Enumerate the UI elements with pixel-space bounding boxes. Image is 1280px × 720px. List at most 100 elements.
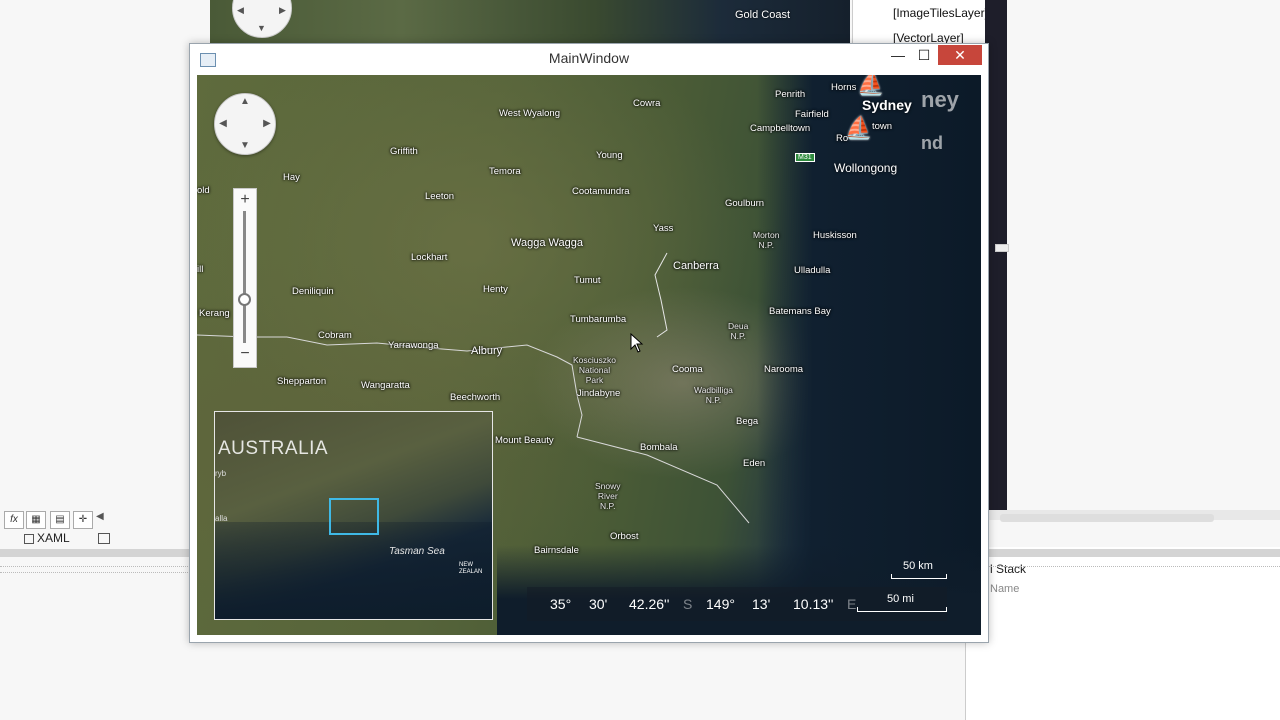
minimize-button[interactable]: — [886,45,910,65]
np-name: Deua [728,321,749,331]
highway-marker: M31 [795,153,815,162]
pan-right-icon[interactable]: ▶ [261,118,273,130]
divider-line [0,572,190,574]
call-stack-title: l Stack [990,562,1027,576]
coordinate-readout: 35° 30' 42.26'' S 149° 13' 10.13'' E [527,587,947,621]
zoom-out-button[interactable]: − [234,345,256,363]
city-label: Goulburn [725,198,765,209]
city-label: Henty [483,284,508,295]
city-label: Ulladulla [794,265,831,276]
city-label: Jindabyne [577,388,621,399]
window-title: MainWindow [548,50,630,66]
zoom-slider-track[interactable] [243,211,246,343]
longitude-seconds: 10.13'' [793,596,834,612]
nav-down-arrow-icon: ▼ [257,23,266,33]
latitude-direction: S [683,596,693,612]
scale-mi-bar [857,607,947,612]
city-label: Deniliquin [292,286,334,297]
overview-map[interactable]: AUSTRALIA ryb alla Tasman Sea NEW ZEALAN [214,411,493,620]
city-label: Fairfield [795,109,829,120]
longitude-degrees: 149° [706,596,735,612]
horizontal-scrollbar[interactable] [1000,514,1214,522]
map-faded-label: ney [921,87,959,112]
divider-line [988,566,1280,568]
zoom-slider-thumb[interactable] [238,293,251,306]
city-label: Cootamundra [572,186,630,197]
overview-viewport-rect[interactable] [329,498,379,535]
panel-divider[interactable] [0,549,190,557]
overview-country-label: AUSTRALIA [218,438,329,459]
city-label: Wangaratta [361,380,410,391]
city-label: Tumut [574,275,601,286]
overview-nz-label: NEW ZEALAN [459,562,483,575]
map-view[interactable]: ney nd Cowra Penrith Horns Fairfield Wes… [197,75,981,635]
maximize-button[interactable]: ☐ [912,45,936,65]
city-label: West Wyalong [499,108,560,119]
city-label: Tumbarumba [570,314,627,325]
boat-marker-icon[interactable]: ⛵ [845,115,872,141]
city-label: Young [596,150,623,161]
city-label: Horns [831,82,857,93]
city-label: Bombala [640,442,678,453]
panel-divider[interactable] [988,549,1280,557]
latitude-minutes: 30' [589,596,608,612]
np-name: National [578,365,611,375]
call-stack-panel: l Stack Name [965,547,1280,720]
city-label: Cobram [318,330,352,341]
select-icon[interactable]: ✛ [73,511,93,529]
zoom-in-button[interactable]: + [234,191,256,209]
title-bar[interactable]: MainWindow — ☐ ✕ [190,44,988,74]
layer-item-image-tiles[interactable]: [ImageTilesLayer] [893,6,988,20]
np-suffix: N.P. [758,240,774,250]
close-button[interactable]: ✕ [938,45,982,65]
splitter-handle-icon[interactable] [995,244,1009,252]
np-name: River [597,491,618,501]
city-label: Hay [283,172,300,183]
map-pan-control[interactable]: ▲ ▼ ◀ ▶ [214,93,276,155]
zoom-control: + − [233,188,257,368]
document-outline-icon[interactable] [98,533,110,544]
city-label: Eden [743,458,766,469]
background-city-label: Gold Coast [735,9,791,21]
arrow-left-icon[interactable]: ◀ [96,511,104,522]
latitude-degrees: 35° [550,596,572,612]
national-park-label: Wadbilliga N.P. [694,385,733,405]
city-label: Cooma [672,364,703,375]
city-label: Narooma [764,364,804,375]
city-label: ill [197,264,204,275]
overview-faded-label: alla [215,514,228,523]
xaml-tab-label: XAML [37,531,70,545]
city-label: Albury [471,345,503,357]
tab-xaml[interactable]: XAML [24,531,70,545]
grid-icon[interactable]: ▦ [26,511,46,529]
fx-icon[interactable]: fx [4,511,24,529]
nav-left-arrow-icon: ◀ [237,5,244,15]
np-suffix: N.P. [600,501,616,511]
scale-mi-label: 50 mi [887,593,914,605]
pan-down-icon[interactable]: ▼ [239,140,251,152]
city-label: Mount Beauty [495,435,554,446]
np-suffix: N.P. [730,331,746,341]
np-name: Wadbilliga [694,385,733,395]
city-label: Yass [653,223,674,234]
map-faded-label: nd [921,133,943,153]
city-label: Batemans Bay [769,306,831,317]
pan-up-icon[interactable]: ▲ [239,96,251,108]
longitude-minutes: 13' [752,596,771,612]
city-label: Campbelltown [750,123,811,134]
city-label-wollongong: Wollongong [834,161,898,175]
city-label: Kerang [199,308,230,319]
boat-marker-icon[interactable]: ⛵ [857,75,884,97]
background-map: Gold Coast [210,0,850,44]
np-suffix: N.P. [705,395,722,405]
main-window: MainWindow — ☐ ✕ ney nd Cowra Penrith Ho… [189,43,989,643]
pan-left-icon[interactable]: ◀ [217,118,229,130]
grid-alt-icon[interactable]: ▤ [50,511,70,529]
city-label: Shepparton [277,376,327,387]
name-column-header[interactable]: Name [990,583,1019,595]
city-label: Yarrawonga [388,340,439,351]
city-label: Griffith [390,146,418,157]
overview-sea-label: Tasman Sea [389,546,445,557]
mouse-cursor-icon [630,333,644,353]
xaml-tab-icon [24,533,34,544]
